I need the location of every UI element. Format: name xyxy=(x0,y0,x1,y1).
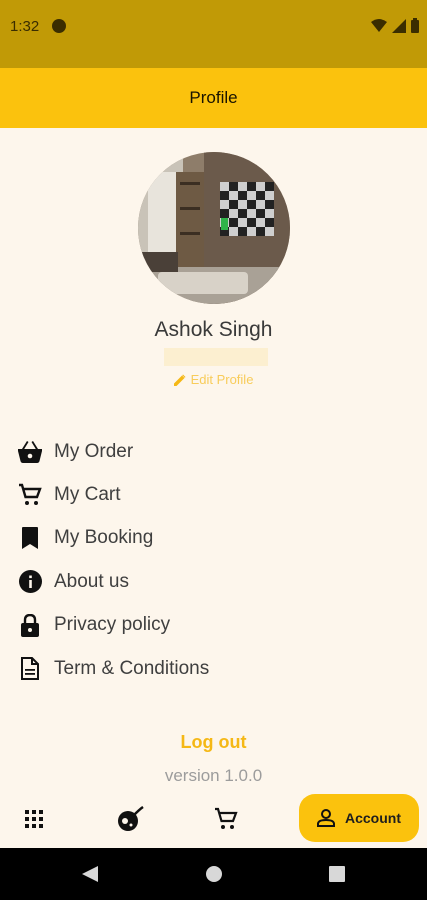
menu-item-label: Privacy policy xyxy=(54,614,171,636)
edit-profile-label: Edit Profile xyxy=(190,372,254,387)
status-bar: 1:32 xyxy=(0,0,427,68)
nav-cart-button[interactable] xyxy=(206,790,246,848)
grid-icon xyxy=(25,810,43,828)
name-field-highlight xyxy=(164,348,268,366)
menu-item-my-order[interactable]: My Order xyxy=(18,430,209,473)
planet-icon xyxy=(118,806,144,831)
menu-item-label: My Booking xyxy=(54,527,154,549)
app-version: version 1.0.0 xyxy=(164,766,263,785)
menu-item-label: Term & Conditions xyxy=(54,657,210,679)
cart-icon xyxy=(18,483,42,507)
edit-profile-link[interactable]: Edit Profile xyxy=(0,372,427,387)
wifi-icon xyxy=(371,18,387,32)
nav-account-button[interactable]: Account xyxy=(299,794,419,842)
info-icon xyxy=(18,570,42,594)
menu-item-terms-conditions[interactable]: Term & Conditions xyxy=(18,647,209,690)
user-name: Ashok Singh xyxy=(154,318,273,341)
document-icon xyxy=(18,657,42,681)
system-nav-bar xyxy=(0,848,427,900)
logout-button[interactable]: Log out xyxy=(0,732,427,753)
status-time: 1:32 xyxy=(10,18,40,35)
home-icon[interactable] xyxy=(206,866,222,882)
battery-icon xyxy=(411,18,419,33)
menu-item-privacy-policy[interactable]: Privacy policy xyxy=(18,604,209,647)
avatar[interactable] xyxy=(138,152,290,304)
notification-app-icon xyxy=(52,19,66,33)
menu-item-label: My Order xyxy=(54,440,134,462)
nav-explore-button[interactable] xyxy=(110,790,150,848)
back-icon[interactable] xyxy=(82,866,98,882)
menu-item-my-booking[interactable]: My Booking xyxy=(18,517,209,560)
status-icons xyxy=(371,18,419,33)
profile-menu: My Order My Cart My Booking About us Pri… xyxy=(18,430,209,690)
app-bar: Profile xyxy=(0,68,427,128)
basket-icon xyxy=(18,440,42,464)
pencil-icon xyxy=(173,374,186,386)
bookmark-icon xyxy=(18,526,42,550)
menu-item-label: My Cart xyxy=(54,484,121,506)
cart-icon xyxy=(215,807,238,829)
recents-icon[interactable] xyxy=(329,866,345,882)
signal-icon xyxy=(392,18,406,33)
menu-item-label: About us xyxy=(54,570,129,592)
person-icon xyxy=(317,809,335,827)
page-title: Profile xyxy=(189,88,238,107)
lock-icon xyxy=(18,613,42,637)
nav-account-label: Account xyxy=(345,810,401,826)
bottom-nav: Account xyxy=(0,790,427,848)
menu-item-about-us[interactable]: About us xyxy=(18,560,209,603)
nav-home-button[interactable] xyxy=(14,790,54,848)
menu-item-my-cart[interactable]: My Cart xyxy=(18,473,209,516)
